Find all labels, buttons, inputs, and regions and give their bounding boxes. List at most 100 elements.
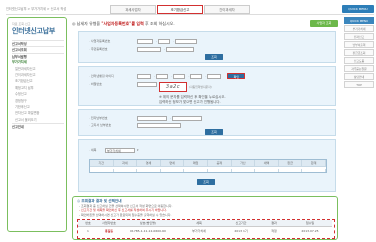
business-number-field-2[interactable] [158, 38, 171, 44]
password-row: · 비밀번호 [89, 81, 159, 87]
business-number-label: · 사업자등록번호 [89, 39, 111, 43]
business-lookup-button[interactable]: 사업자 조회 [310, 20, 338, 27]
grid-header-cell: 가산 [231, 160, 256, 167]
grid-cell [208, 169, 232, 172]
result-info-lines: - 조회결과 중 신고하실 건을 선택하시면 신고서 작성 화면으로 이동합니다… [79, 204, 335, 217]
page-frame: 인터넷신고납부 > 부가가치세 > 신고서 작성 과세사업자 조기환급신고 간이… [6, 2, 374, 240]
tab-general[interactable]: 과세사업자 [110, 5, 156, 14]
table-cell: 2013.07.25 [301, 229, 319, 233]
bank-id-field-1[interactable] [137, 73, 151, 79]
table-header-cell: 신고기간 [222, 220, 260, 227]
breadcrumb: 인터넷신고납부 > 부가가치세 > 신고서 작성 [6, 7, 67, 11]
tab-simplified[interactable]: 간이과세자 [204, 5, 250, 14]
tax-item-row: · 세목 부가가치세 ▾ [89, 147, 139, 153]
right-nav-item[interactable]: 상담안내 [344, 73, 374, 80]
resident-number-field-2[interactable] [166, 46, 195, 52]
right-nav-item[interactable]: 신고도움 [344, 57, 374, 64]
grid-cell [161, 169, 185, 172]
payment-number-panel: · 전자납부번호 - · 고지서 납부번호 조회 [78, 109, 336, 136]
table-header-cell: 사업자번호 [98, 220, 120, 227]
dash-separator: - [188, 74, 190, 78]
table-cell: 적정 [271, 229, 277, 233]
instruction-prefix: ◎ 납세자 유형을 [72, 21, 102, 26]
resident-number-label: · 주민등록번호 [89, 47, 108, 51]
table-header-cell: 접수일 [288, 220, 332, 227]
dash-separator: - [164, 47, 166, 51]
right-nav-item[interactable]: 환급금조회 [344, 49, 374, 56]
right-nav-item[interactable]: 자주묻는질문 [344, 65, 374, 72]
left-sidebar: 자료 조회·신고 인터넷신고납부 신고서작성 신고서조회 납부서발행 부가가치세 일반과… [7, 17, 67, 232]
table-cell: 1 [87, 229, 89, 233]
sidebar-menu: 신고서작성 신고서조회 납부서발행 부가가치세 일반과세자신고 간이과세자신고 조기환급신고… [12, 40, 64, 129]
chevron-down-icon: ▾ [137, 148, 139, 152]
payment-number-field-1[interactable] [137, 115, 167, 121]
notice-number-field[interactable] [137, 122, 181, 128]
grid-header-cell: 면세 [160, 160, 185, 167]
login-panel: · 인터넷뱅킹 아이디 - - - - 확인 · 비밀번호 3a2c (자동입력… [78, 66, 336, 106]
lookup-button-2[interactable]: 조회 [205, 129, 223, 135]
notice-number-label: · 고지서 납부번호 [89, 123, 112, 127]
business-number-field-3[interactable] [175, 38, 198, 44]
top-divider [6, 14, 374, 15]
instruction-suffix: 후 조회 하십시오. [143, 21, 175, 26]
lookup-button-3[interactable]: 조회 [197, 179, 215, 185]
dash-separator: - [171, 74, 173, 78]
grid-header-cell: 환급 [278, 160, 303, 167]
main-content: ◎ 납세자 유형을 "사업자등록번호"를 입력 후 조회 하십시오. 사업자 조… [72, 17, 340, 240]
confirm-button[interactable]: 확인 [227, 73, 246, 79]
table-header-cell: 결과 [260, 220, 288, 227]
grid-header-cell: 영세 [137, 160, 161, 167]
table-header-cell: 세목 [176, 220, 222, 227]
bank-id-field-4[interactable] [190, 73, 203, 79]
tax-item-panel: · 세목 부가가치세 ▾ 기간 과세 영세 면세 매입 공제 가산 세액 환급 합계 조회 [78, 139, 336, 192]
bank-id-field-5[interactable] [207, 73, 222, 79]
right-nav-item[interactable]: TOP [344, 81, 374, 88]
right-nav-item[interactable]: 전자신고 [344, 33, 374, 40]
payment-number-field-2[interactable] [172, 115, 203, 121]
table-cell: 01785-1-11-12-0600-60 [130, 229, 166, 233]
main-instruction: ◎ 납세자 유형을 "사업자등록번호"를 입력 후 조회 하십시오. [72, 21, 175, 27]
grid-cell [137, 169, 161, 172]
grid-cell [255, 169, 279, 172]
grid-header-cell: 공제 [208, 160, 232, 167]
resident-number-row: · 주민등록번호 - [89, 46, 196, 52]
password-label: · 비밀번호 [89, 82, 102, 86]
table-cell: 부가가치세 [192, 229, 206, 233]
grid-header-cell: 세액 [255, 160, 279, 167]
info-line-3: - 확인버튼을 선택하시면 신고가 완료되며 접수증을 출력하실 수 있습니다. [79, 212, 172, 217]
quick-menu-button[interactable]: QUICK MENU [342, 5, 374, 13]
result-table: 번호 사업자번호 상호(법인명) 세목 신고기간 결과 접수일 1 홍길동 01785-1-11… [77, 219, 335, 239]
bank-id-label: · 인터넷뱅킹 아이디 [89, 74, 114, 78]
notice-number-row: · 고지서 납부번호 [89, 122, 183, 128]
business-number-row: · 사업자등록번호 - - [89, 38, 199, 44]
right-nav-item[interactable]: 부가가치세 [344, 25, 374, 32]
lookup-button-1[interactable]: 조회 [205, 54, 223, 60]
tax-item-select[interactable]: 부가가치세 [105, 147, 135, 153]
right-nav-item[interactable]: QUICK MENU [344, 17, 374, 24]
grid-cell [232, 169, 256, 172]
instruction-highlight: "사업자등록번호"를 입력 [101, 21, 144, 26]
sidebar-item[interactable]: 신고안내 [12, 123, 64, 129]
bank-id-field-2[interactable] [156, 73, 169, 79]
right-quick-nav: QUICK MENU 부가가치세 전자신고 납부서출력 환급금조회 신고도움 자주묻는질문 상… [344, 17, 374, 89]
table-row[interactable]: 1 홍길동 01785-1-11-12-0600-60 부가가치세 2013 1기 적정 2… [78, 227, 334, 234]
table-cell: 2013 1기 [234, 229, 248, 233]
grid-header-cell: 과세 [113, 160, 138, 167]
grid-header-cell: 합계 [302, 160, 326, 167]
captcha-image: 3a2c [159, 82, 187, 92]
business-number-field-1[interactable] [137, 38, 153, 44]
tab-early-refund[interactable]: 조기환급신고 [157, 5, 203, 14]
dash-separator: - [173, 39, 175, 43]
payment-number-label: · 전자납부번호 [89, 116, 108, 120]
password-field[interactable] [137, 81, 157, 87]
period-grid: 기간 과세 영세 면세 매입 공제 가산 세액 환급 합계 [89, 159, 327, 173]
grid-cell [114, 169, 138, 172]
bank-id-field-3[interactable] [173, 73, 186, 79]
dash-separator: - [154, 74, 156, 78]
payment-number-row: · 전자납부번호 - [89, 115, 204, 121]
grid-header-cell: 매입 [184, 160, 208, 167]
tax-item-label: · 세목 [89, 148, 97, 152]
resident-number-field-1[interactable] [137, 46, 161, 52]
table-cell: 홍길동 [104, 229, 114, 233]
right-nav-item[interactable]: 납부서출력 [344, 41, 374, 48]
